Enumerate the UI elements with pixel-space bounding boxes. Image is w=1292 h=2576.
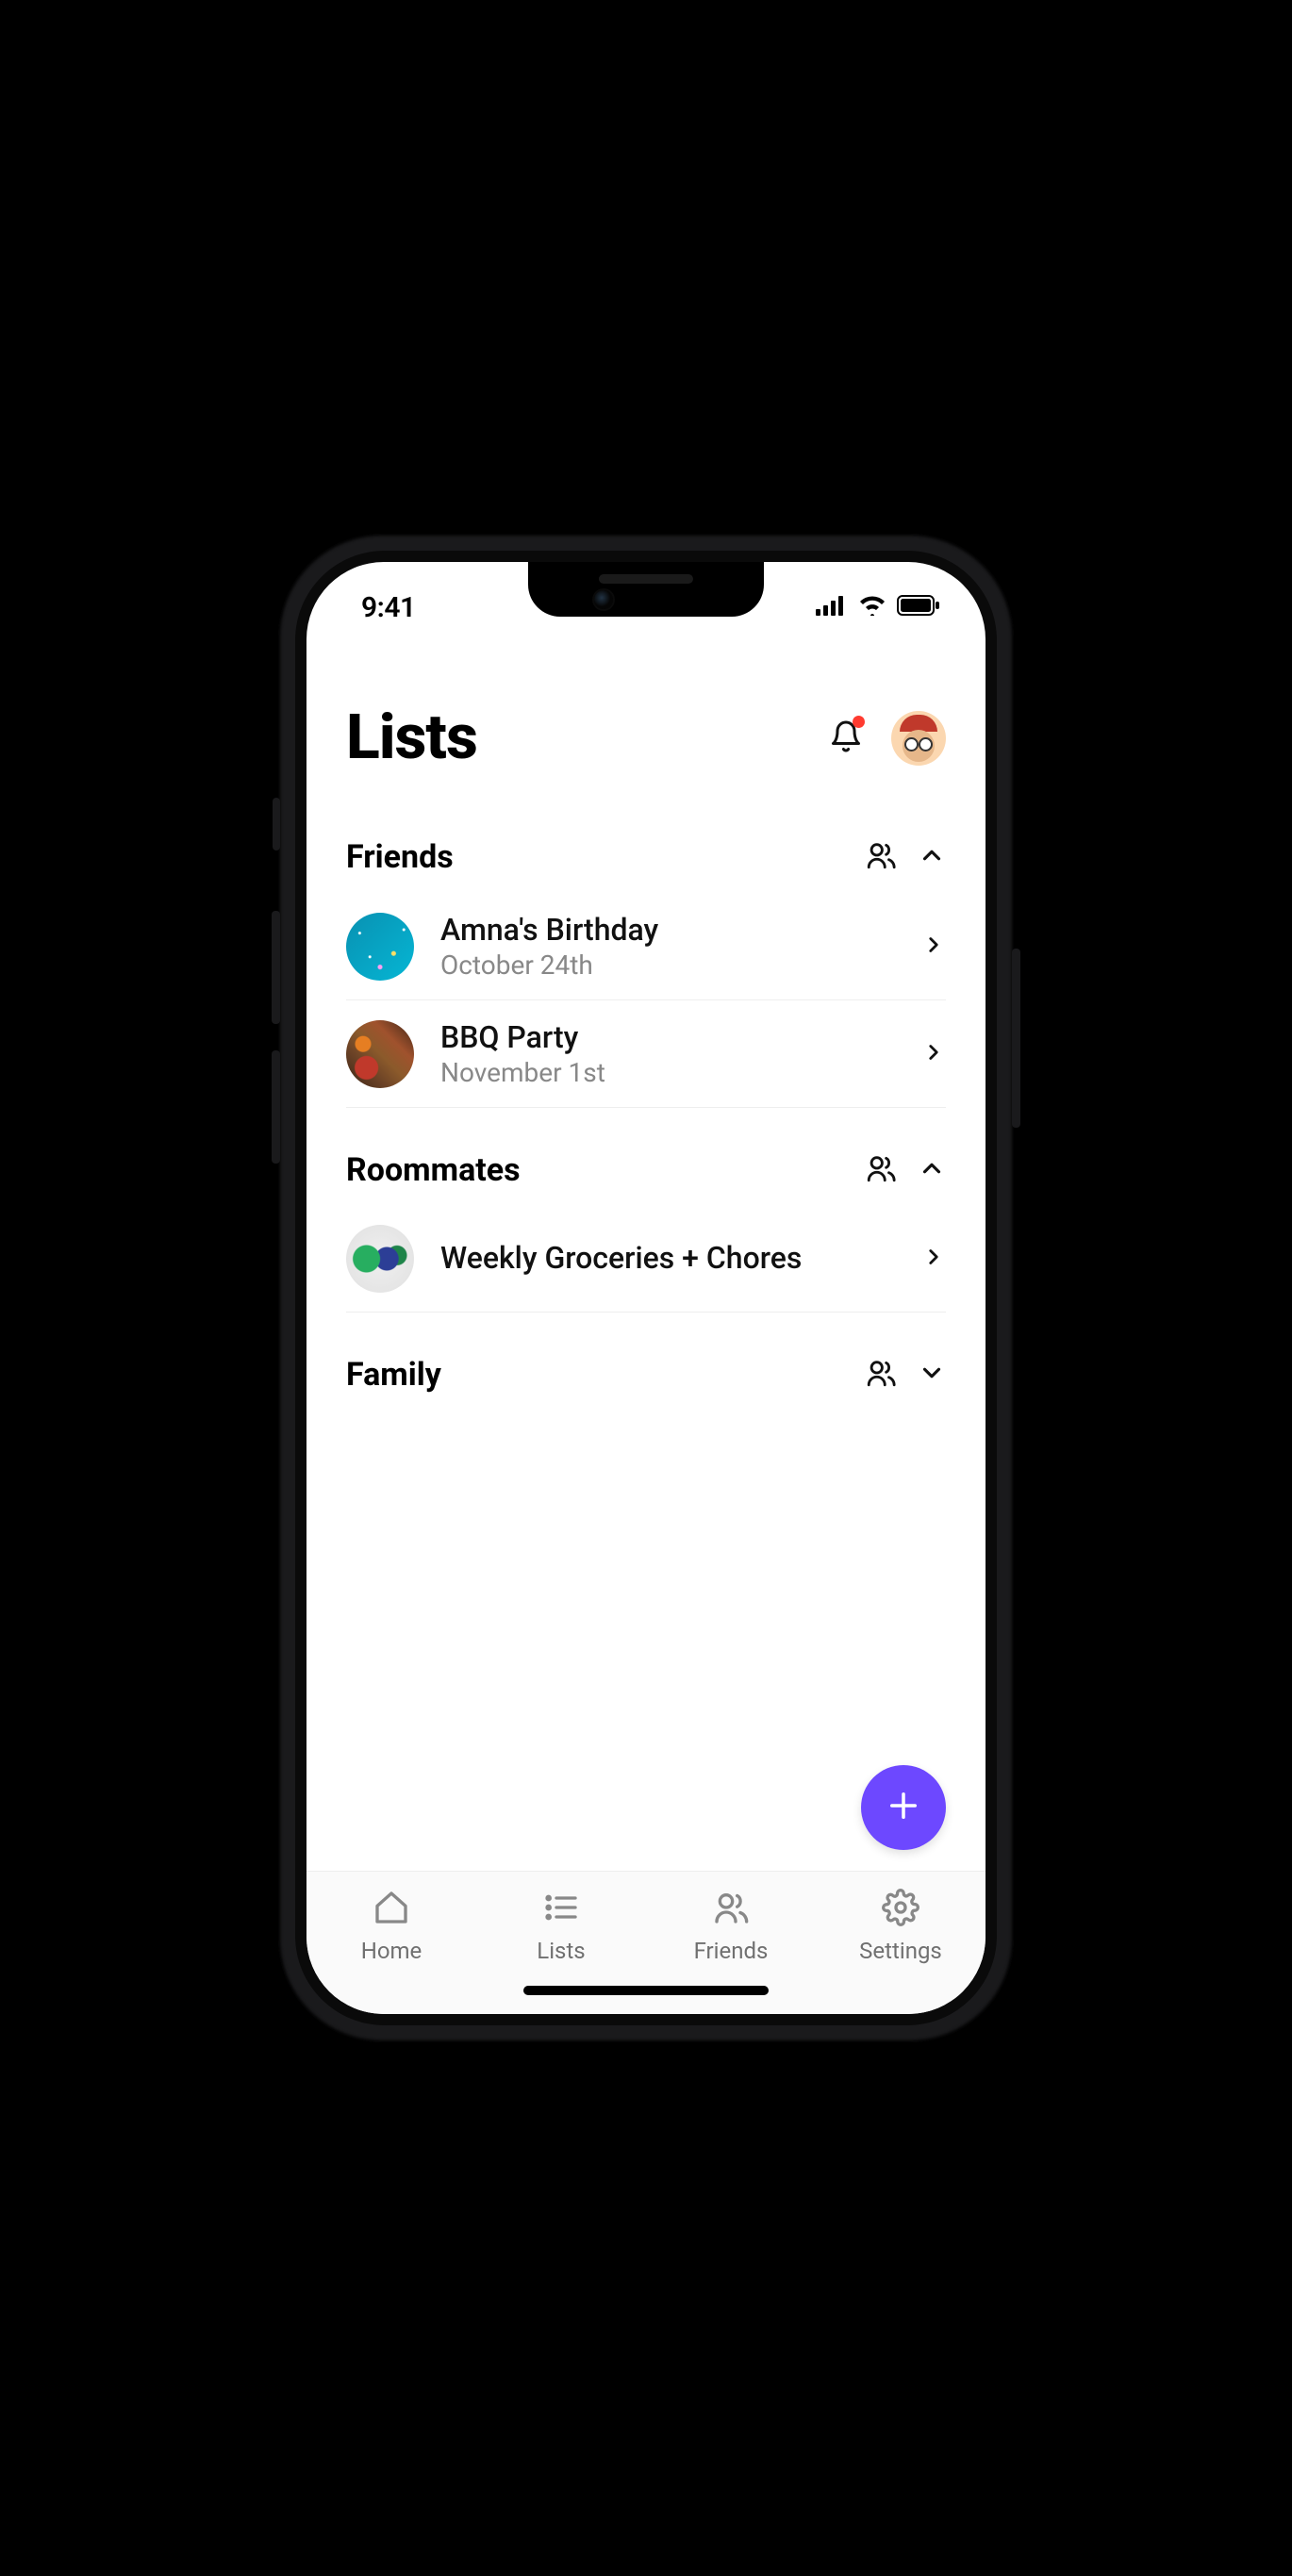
volume-up-button — [272, 911, 280, 1024]
chevron-right-icon — [921, 1040, 946, 1068]
chevron-up-icon — [918, 841, 946, 873]
notification-badge — [853, 716, 865, 728]
status-time: 9:41 — [361, 591, 416, 624]
list-item-title: BBQ Party — [440, 1019, 895, 1055]
settings-icon — [882, 1889, 919, 1930]
chevron-down-icon — [918, 1359, 946, 1391]
power-button — [1012, 949, 1020, 1128]
people-icon — [865, 1152, 897, 1188]
tab-settings[interactable]: Settings — [839, 1889, 962, 1964]
phone-frame: 9:41 Lists — [278, 534, 1014, 2042]
wifi-icon — [857, 595, 887, 619]
list-item-subtitle: October 24th — [440, 949, 895, 981]
notifications-button[interactable] — [825, 718, 867, 759]
section-title: Roommates — [346, 1151, 521, 1189]
page-title: Lists — [346, 702, 477, 774]
status-icons — [816, 595, 940, 619]
notch — [528, 562, 764, 617]
add-button[interactable] — [861, 1765, 946, 1850]
volume-down-button — [272, 1050, 280, 1164]
section-header-friends[interactable]: Friends — [346, 812, 946, 893]
chevron-up-icon — [918, 1154, 946, 1186]
battery-icon — [897, 595, 940, 619]
silence-switch — [273, 798, 280, 850]
tab-label: Settings — [859, 1938, 942, 1964]
chevron-right-icon — [921, 1245, 946, 1273]
section-header-roommates[interactable]: Roommates — [346, 1125, 946, 1206]
tab-label: Friends — [694, 1938, 769, 1964]
cellular-icon — [816, 595, 848, 619]
tab-label: Lists — [537, 1938, 585, 1964]
tab-lists[interactable]: Lists — [500, 1889, 622, 1964]
list-icon — [542, 1889, 580, 1930]
list-avatar — [346, 913, 414, 981]
list-item[interactable]: Amna's Birthday October 24th — [346, 893, 946, 1000]
list-item-title: Weekly Groceries + Chores — [440, 1240, 895, 1276]
list-item[interactable]: BBQ Party November 1st — [346, 1000, 946, 1108]
section-title: Family — [346, 1356, 441, 1394]
list-avatar — [346, 1020, 414, 1088]
chevron-right-icon — [921, 933, 946, 961]
people-icon — [865, 1357, 897, 1393]
list-item-title: Amna's Birthday — [440, 912, 895, 948]
section-header-family[interactable]: Family — [346, 1329, 946, 1411]
friends-icon — [712, 1889, 750, 1930]
home-icon — [373, 1889, 410, 1930]
people-icon — [865, 839, 897, 875]
plus-icon — [884, 1786, 923, 1829]
page-header: Lists — [306, 637, 986, 784]
list-item-subtitle: November 1st — [440, 1057, 895, 1088]
tab-label: Home — [361, 1938, 422, 1964]
list-avatar — [346, 1225, 414, 1293]
profile-avatar[interactable] — [891, 711, 946, 766]
home-indicator[interactable] — [523, 1986, 769, 1995]
list-item[interactable]: Weekly Groceries + Chores — [346, 1206, 946, 1313]
tab-home[interactable]: Home — [330, 1889, 453, 1964]
tab-friends[interactable]: Friends — [670, 1889, 792, 1964]
section-title: Friends — [346, 838, 454, 876]
